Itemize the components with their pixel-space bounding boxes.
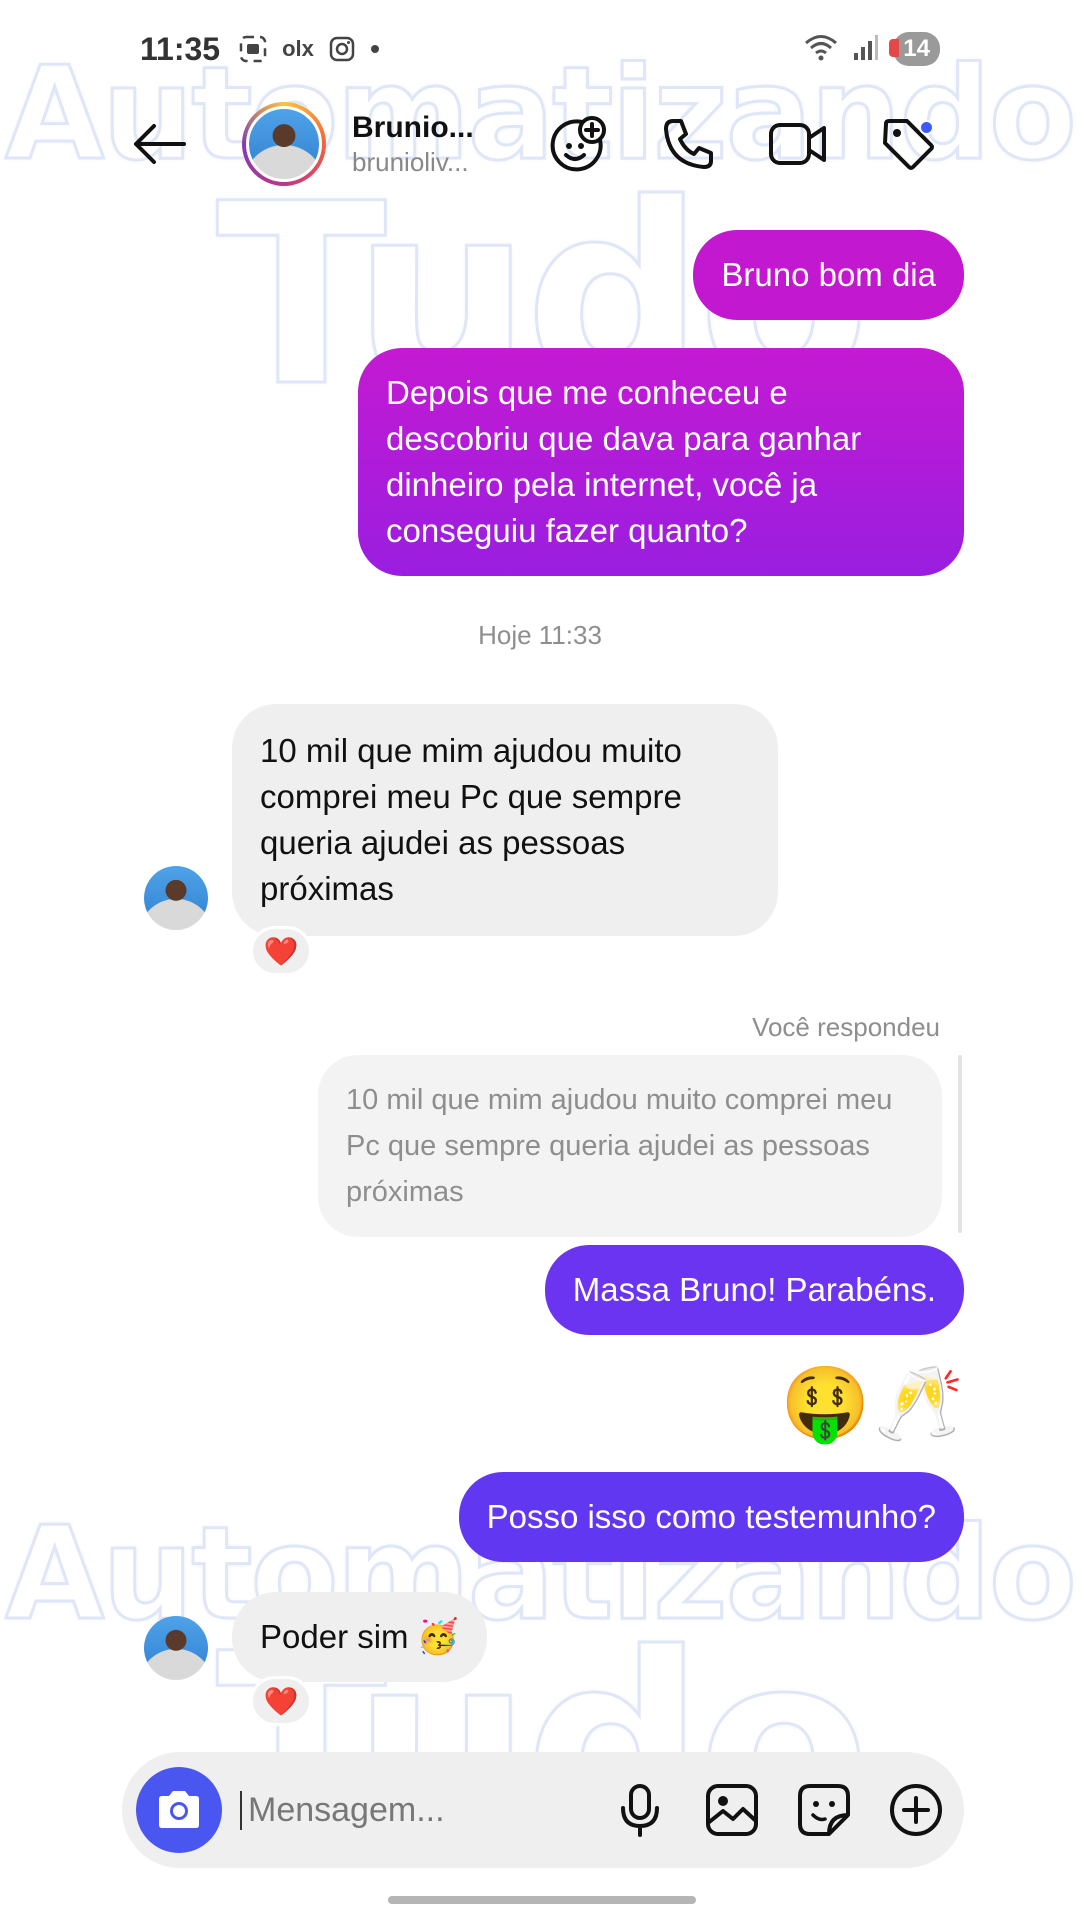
outgoing-message[interactable]: Depois que me conheceu e descobriu que d… [358,348,964,576]
heart-reaction[interactable]: ❤️ [250,926,312,976]
back-button[interactable] [130,114,190,174]
message-text: Poder sim [260,1618,409,1655]
status-time: 11:35 [140,30,221,67]
incoming-message[interactable]: 10 mil que mim ajudou muito comprei meu … [232,704,778,936]
battery-indicator: 14 [889,32,940,66]
outgoing-message[interactable]: Massa Bruno! Parabéns. [544,1245,964,1335]
sticker-button[interactable] [796,1782,852,1838]
message-composer [122,1752,964,1868]
voice-call-button[interactable] [656,112,720,176]
heart-reaction[interactable]: ❤️ [250,1676,312,1726]
microphone-icon [621,1784,659,1837]
chat-header: Brunio... brunioliv... [130,96,940,192]
message-text: 10 mil que mim ajudou muito comprei meu … [260,732,682,907]
back-arrow-icon [134,124,186,164]
incoming-message[interactable]: Poder sim 🥳 [232,1592,487,1682]
contact-info[interactable]: Brunio... brunioliv... [352,111,502,178]
quoted-text: 10 mil que mim ajudou muito comprei meu … [346,1084,893,1208]
quoted-message[interactable]: 10 mil que mim ajudou muito comprei meu … [318,1055,942,1237]
contact-username: brunioliv... [352,146,469,177]
camera-icon [159,1791,199,1828]
face-plus-icon [550,116,606,172]
plus-circle-icon [890,1784,942,1836]
more-options-button[interactable] [888,1782,944,1838]
timestamp: Hoje 11:33 [478,620,602,650]
camera-button[interactable] [136,1767,222,1853]
image-icon [706,1784,758,1836]
labels-button[interactable] [876,112,940,176]
outgoing-message[interactable]: Bruno bom dia [693,230,964,320]
video-camera-icon [769,123,826,165]
gallery-button[interactable] [704,1782,760,1838]
home-indicator[interactable] [388,1896,696,1904]
signal-icon [853,33,879,66]
outgoing-message[interactable]: Posso isso como testemunho? [458,1472,964,1562]
message-text: Massa Bruno! Parabéns. [572,1271,936,1308]
partying-face-icon: 🥳 [416,1618,459,1656]
message-text: Bruno bom dia [721,256,936,293]
contact-name: Brunio... [352,110,474,144]
heart-icon: ❤️ [263,1685,299,1717]
phone-icon [664,119,713,169]
status-bar: 11:35 olx 14 [140,24,940,74]
wifi-icon [803,32,839,67]
video-call-button[interactable] [766,112,830,176]
sender-avatar[interactable] [144,1616,208,1680]
money-mouth-face-icon: 🤑 [780,1364,871,1444]
screenshot-icon [238,34,268,64]
quote-bar [958,1055,962,1233]
add-people-button[interactable] [546,112,610,176]
unread-dot [919,120,934,135]
emoji-message[interactable]: 🤑 🥂 [781,1362,964,1446]
avatar [246,106,322,182]
contact-avatar[interactable] [242,102,326,186]
notification-dot-icon [370,44,380,54]
heart-icon: ❤️ [263,935,299,967]
message-input[interactable] [240,1790,580,1830]
instagram-icon [328,35,356,63]
message-text: Depois que me conheceu e descobriu que d… [386,374,862,549]
sticker-icon [798,1784,850,1836]
message-text: Posso isso como testemunho? [486,1498,936,1535]
olx-icon: olx [282,36,314,61]
clinking-glasses-icon: 🥂 [874,1364,964,1444]
voice-message-button[interactable] [612,1782,668,1838]
sender-avatar[interactable] [144,866,208,930]
reply-label: Você respondeu [752,1012,940,1042]
